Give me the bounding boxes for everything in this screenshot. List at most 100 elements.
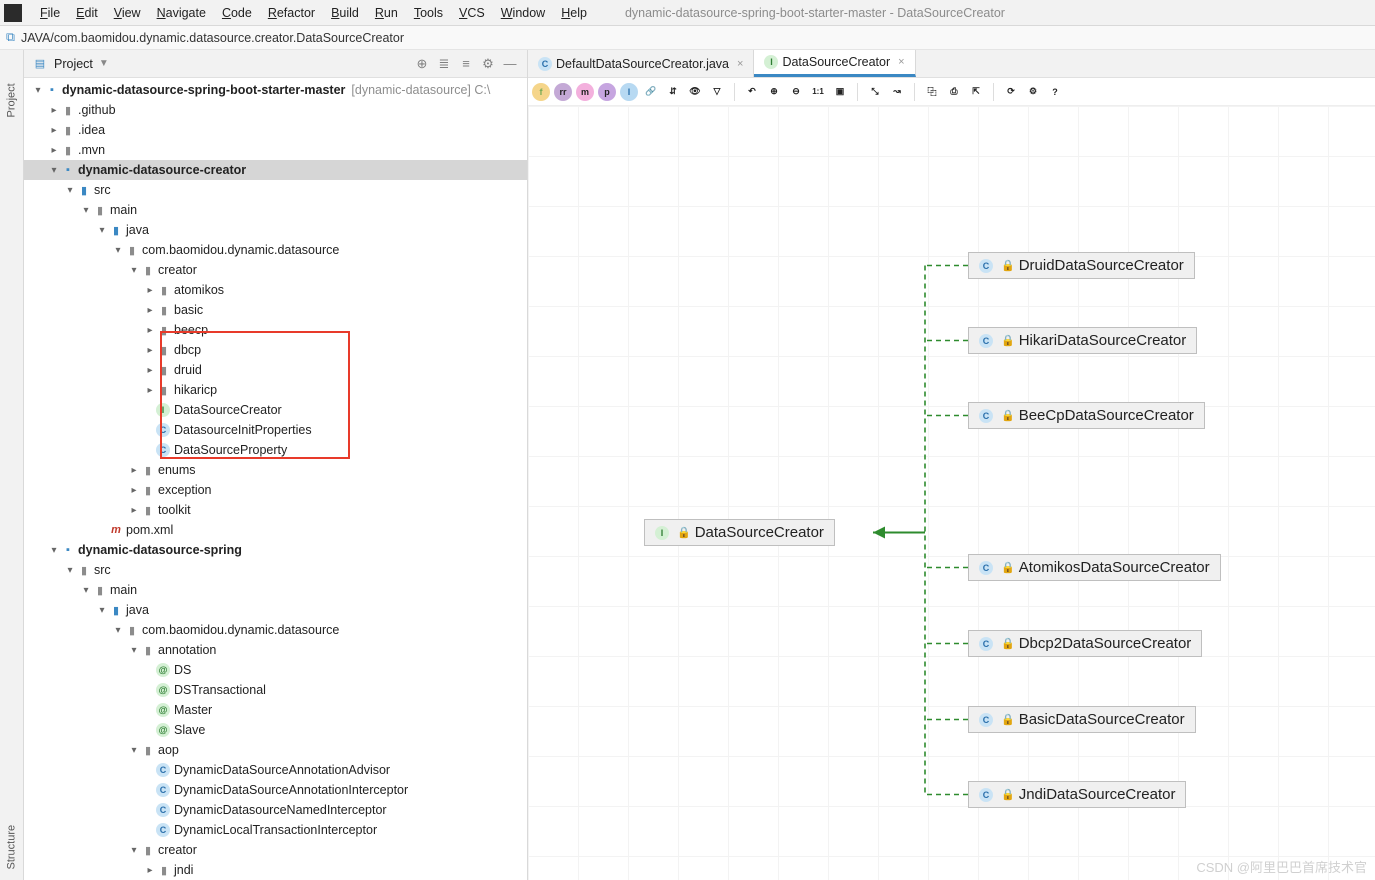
menu-tools[interactable]: Tools — [406, 6, 451, 20]
tree-row[interactable]: ▸▮.github — [24, 100, 527, 120]
route-icon[interactable]: ↝ — [888, 83, 906, 101]
tree-row[interactable]: ▾▪dynamic-datasource-spring-boot-starter… — [24, 80, 527, 100]
tree-row[interactable]: ▸▮exception — [24, 480, 527, 500]
menu-code[interactable]: Code — [214, 6, 260, 20]
diagram-node-JndiDataSourceCreator[interactable]: C🔒JndiDataSourceCreator — [968, 781, 1186, 808]
diagram-node-DruidDataSourceCreator[interactable]: C🔒DruidDataSourceCreator — [968, 252, 1195, 279]
expander-icon[interactable]: ▸ — [128, 505, 140, 516]
expander-icon[interactable]: ▾ — [112, 625, 124, 636]
tree-row[interactable]: mpom.xml — [24, 520, 527, 540]
dropdown-icon[interactable]: ▼ — [99, 58, 109, 69]
expander-icon[interactable]: ▸ — [128, 465, 140, 476]
tree-row[interactable]: IDataSourceCreator — [24, 400, 527, 420]
project-tree[interactable]: ▾▪dynamic-datasource-spring-boot-starter… — [24, 78, 527, 880]
tree-row[interactable]: ▾▮src — [24, 180, 527, 200]
expander-icon[interactable]: ▸ — [144, 345, 156, 356]
menu-navigate[interactable]: Navigate — [149, 6, 214, 20]
menu-file[interactable]: File — [32, 6, 68, 20]
tree-row[interactable]: ▸▮beecp — [24, 320, 527, 340]
tree-row[interactable]: ▸▮basic — [24, 300, 527, 320]
tree-row[interactable]: ▾▮src — [24, 560, 527, 580]
side-tab-project[interactable]: Project — [6, 95, 18, 118]
expander-icon[interactable]: ▸ — [144, 305, 156, 316]
help-icon[interactable]: ? — [1046, 83, 1064, 101]
tree-row[interactable]: CDynamicDatasourceNamedInterceptor — [24, 800, 527, 820]
menu-build[interactable]: Build — [323, 6, 367, 20]
tb-m-icon[interactable]: m — [576, 83, 594, 101]
tb-p-icon[interactable]: p — [598, 83, 616, 101]
tree-row[interactable]: ▾▪dynamic-datasource-spring — [24, 540, 527, 560]
tree-row[interactable]: ▸▮jndi — [24, 860, 527, 880]
expander-icon[interactable]: ▾ — [128, 845, 140, 856]
diagram-node-AtomikosDataSourceCreator[interactable]: C🔒AtomikosDataSourceCreator — [968, 554, 1221, 581]
expander-icon[interactable]: ▸ — [144, 325, 156, 336]
tree-row[interactable]: ▸▮.mvn — [24, 140, 527, 160]
layout-icon[interactable]: ⤡ — [866, 83, 884, 101]
tree-row[interactable]: ▾▮annotation — [24, 640, 527, 660]
expand-icon[interactable]: ≣ — [435, 55, 453, 73]
diagram-node-HikariDataSourceCreator[interactable]: C🔒HikariDataSourceCreator — [968, 327, 1197, 354]
expander-icon[interactable]: ▸ — [144, 365, 156, 376]
tree-row[interactable]: ▾▪dynamic-datasource-creator — [24, 160, 527, 180]
expander-icon[interactable]: ▾ — [64, 185, 76, 196]
tree-row[interactable]: @Master — [24, 700, 527, 720]
tree-row[interactable]: ▾▮java — [24, 220, 527, 240]
tab-defaultdatasourcecreator-java[interactable]: CDefaultDataSourceCreator.java× — [528, 50, 754, 77]
settings-icon[interactable]: ⚙ — [479, 55, 497, 73]
diagram-node-Dbcp2DataSourceCreator[interactable]: C🔒Dbcp2DataSourceCreator — [968, 630, 1202, 657]
tree-row[interactable]: ▾▮main — [24, 200, 527, 220]
filter-icon[interactable]: ▽ — [708, 83, 726, 101]
expander-icon[interactable]: ▾ — [128, 645, 140, 656]
zoom-in-icon[interactable]: ⊕ — [765, 83, 783, 101]
print-icon[interactable]: ⎙ — [945, 83, 963, 101]
undo-layout-icon[interactable]: ↶ — [743, 83, 761, 101]
diagram-node-BeeCpDataSourceCreator[interactable]: C🔒BeeCpDataSourceCreator — [968, 402, 1205, 429]
tree-row[interactable]: CDynamicLocalTransactionInterceptor — [24, 820, 527, 840]
expander-icon[interactable]: ▾ — [80, 585, 92, 596]
menu-edit[interactable]: Edit — [68, 6, 106, 20]
breadcrumb-path[interactable]: JAVA/com.baomidou.dynamic.datasource.cre… — [21, 31, 404, 45]
tree-row[interactable]: CDatasourceInitProperties — [24, 420, 527, 440]
diagram-node-DataSourceCreator[interactable]: I🔒DataSourceCreator — [644, 519, 835, 546]
close-icon[interactable]: × — [737, 58, 743, 70]
expander-icon[interactable]: ▸ — [144, 385, 156, 396]
tree-row[interactable]: ▾▮aop — [24, 740, 527, 760]
expander-icon[interactable]: ▾ — [80, 205, 92, 216]
tree-row[interactable]: @DSTransactional — [24, 680, 527, 700]
zoom-out-icon[interactable]: ⊖ — [787, 83, 805, 101]
expander-icon[interactable]: ▸ — [48, 145, 60, 156]
expander-icon[interactable]: ▾ — [32, 85, 44, 96]
menu-window[interactable]: Window — [493, 6, 553, 20]
zoom-11-icon[interactable]: 1:1 — [809, 83, 827, 101]
expander-icon[interactable]: ▾ — [128, 745, 140, 756]
expander-icon[interactable]: ▾ — [112, 245, 124, 256]
diagram-canvas[interactable]: I🔒DataSourceCreator C🔒DruidDataSourceCrea… — [528, 106, 1375, 880]
expander-icon[interactable]: ▾ — [128, 265, 140, 276]
expander-icon[interactable]: ▾ — [96, 605, 108, 616]
copy-icon[interactable]: ⿻ — [923, 83, 941, 101]
tab-datasourcecreator[interactable]: IDataSourceCreator× — [754, 50, 915, 77]
tree-row[interactable]: ▾▮com.baomidou.dynamic.datasource — [24, 240, 527, 260]
tree-row[interactable]: ▸▮enums — [24, 460, 527, 480]
link-icon[interactable]: 🔗 — [642, 83, 660, 101]
menu-vcs[interactable]: VCS — [451, 6, 493, 20]
tree-row[interactable]: @Slave — [24, 720, 527, 740]
tree-row[interactable]: ▸▮toolkit — [24, 500, 527, 520]
gear-icon[interactable]: ⚙ — [1024, 83, 1042, 101]
tb-i-icon[interactable]: I — [620, 83, 638, 101]
menu-run[interactable]: Run — [367, 6, 406, 20]
tree-row[interactable]: CDataSourceProperty — [24, 440, 527, 460]
tree-row[interactable]: ▸▮hikaricp — [24, 380, 527, 400]
tree-row[interactable]: ▸▮dbcp — [24, 340, 527, 360]
export-icon[interactable]: ⇱ — [967, 83, 985, 101]
expander-icon[interactable]: ▸ — [128, 485, 140, 496]
hide-icon[interactable]: — — [501, 55, 519, 73]
eye-icon[interactable]: 👁 — [686, 83, 704, 101]
side-tab-structure[interactable]: Structure — [6, 847, 18, 870]
expander-icon[interactable]: ▸ — [48, 125, 60, 136]
menu-view[interactable]: View — [106, 6, 149, 20]
refresh-icon[interactable]: ⟳ — [1002, 83, 1020, 101]
tree-row[interactable]: ▾▮creator — [24, 260, 527, 280]
expander-icon[interactable]: ▾ — [48, 545, 60, 556]
tree-row[interactable]: CDynamicDataSourceAnnotationInterceptor — [24, 780, 527, 800]
